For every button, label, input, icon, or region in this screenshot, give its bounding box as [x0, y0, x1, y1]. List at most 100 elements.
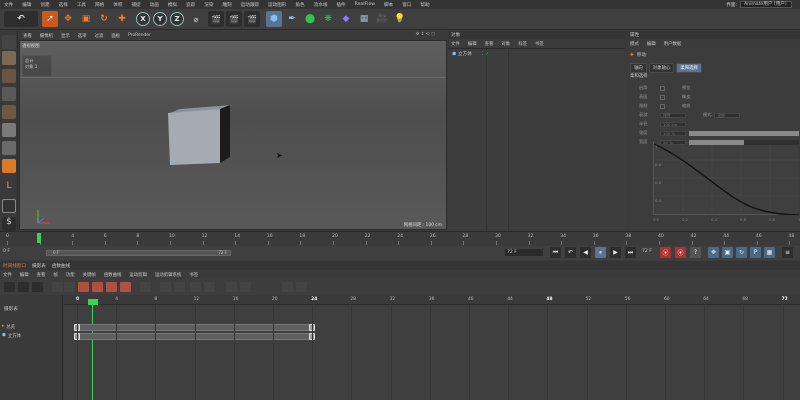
ds-bookmark-button[interactable] [226, 282, 237, 292]
menu-item[interactable]: 运动跟踪 [241, 2, 259, 8]
end-frame-field[interactable]: 72 F [505, 249, 543, 256]
render-settings-button[interactable]: 🎬 [244, 11, 260, 27]
subdivision-button[interactable]: ⬤ [302, 11, 318, 27]
ds-range-button[interactable] [190, 282, 201, 292]
current-frame-field[interactable]: 0 F [3, 249, 10, 254]
falloff-graph[interactable] [653, 142, 799, 215]
3d-viewport[interactable]: 透视视图 总计 对象 1 ➤ 网格间距 : 100 cm [19, 40, 447, 230]
pen-tool-button[interactable]: ✒ [284, 11, 300, 27]
axis-x-button[interactable]: X [136, 12, 150, 26]
key-position-button[interactable]: ✥ [708, 247, 719, 258]
menu-item[interactable]: 帮助 [420, 2, 429, 8]
timeline-ruler[interactable]: 0246810121416182022242628303234363840424… [0, 231, 800, 245]
ds-snap-button[interactable] [140, 282, 151, 292]
undo-button[interactable]: ↶ [4, 11, 38, 27]
attributes-tab[interactable]: 柔和选择 [676, 63, 702, 73]
key-scale-button[interactable]: ▣ [722, 247, 733, 258]
viewport-nav-icons[interactable]: ✥ ↕ ⟲ ▢ [416, 32, 435, 37]
ds-marker-button[interactable] [204, 282, 215, 292]
ds-curve-mode-button[interactable] [18, 282, 29, 292]
layout-value[interactable]: Animate用户 (用户) [740, 1, 792, 8]
timeline-window-tab[interactable]: 时间线窗口 [3, 263, 26, 269]
viewport-menu-item[interactable]: 选项 [78, 33, 87, 39]
dopesheet-grid[interactable]: 0 4 8 12 16 20 24 28 32 36 40 44 48 52 56 60 64 68 72 [64, 295, 800, 400]
attributes-menu-item[interactable]: 编辑 [647, 41, 656, 47]
menu-item[interactable]: 追踪 [186, 2, 195, 8]
autokey-button[interactable]: ⦿ [675, 247, 686, 258]
dopesheet-menu-item[interactable]: 关键帧 [83, 272, 96, 278]
polygon-mode-button[interactable] [2, 141, 16, 155]
dopesheet-playhead[interactable] [88, 299, 98, 305]
texture-mode-button[interactable] [2, 69, 16, 83]
menu-item[interactable]: 渲染 [204, 2, 213, 8]
point-mode-button[interactable] [2, 105, 16, 119]
make-editable-button[interactable] [2, 35, 16, 49]
viewport-menu-item[interactable]: 查看 [23, 33, 32, 39]
menu-item[interactable]: 创建 [40, 2, 49, 8]
attribute-slider[interactable] [689, 139, 799, 145]
attributes-menu-item[interactable]: 用户数据 [664, 41, 682, 47]
axis-mode-button[interactable]: L [2, 181, 16, 195]
menu-item[interactable]: 动画 [150, 2, 159, 8]
scale-tool-button[interactable]: ▣ [78, 11, 94, 27]
object-menu-item[interactable]: 查看 [485, 41, 494, 47]
cube-object-button[interactable]: ⬢ [266, 11, 282, 27]
ds-key-spline-button[interactable] [106, 282, 117, 292]
ds-motion-mode-button[interactable] [32, 282, 43, 292]
attribute-checkbox[interactable] [660, 94, 665, 100]
dopesheet-ruler[interactable]: 0 4 8 12 16 20 24 28 32 36 40 44 48 52 56 60 64 68 72 [64, 295, 800, 305]
attribute-checkbox[interactable] [660, 103, 665, 109]
cube-mesh[interactable] [160, 105, 235, 167]
dopesheet-menu-item[interactable]: 帧 [53, 272, 57, 278]
dopesheet-menu-item[interactable]: 运动剪辑 [129, 272, 147, 278]
key-rotation-button[interactable]: ↻ [736, 247, 747, 258]
attribute-value[interactable]: 线性 [660, 112, 686, 118]
next-frame-button[interactable]: ▶ [610, 247, 621, 258]
object-list[interactable]: ⬢ 立方体 ⁚ ✓ [448, 49, 626, 230]
ds-key-linear-button[interactable] [78, 282, 89, 292]
menu-item[interactable]: 选择 [59, 2, 68, 8]
ds-key-mode-button[interactable] [4, 282, 15, 292]
object-menu-item[interactable]: 文件 [451, 41, 460, 47]
workplane-button[interactable] [2, 87, 16, 101]
track-cube[interactable]: ⬢ 立方体 [2, 332, 62, 339]
ds-key-step-button[interactable] [92, 282, 103, 292]
object-row-cube[interactable]: ⬢ 立方体 ⁚ ✓ [452, 51, 489, 58]
layout-selector[interactable]: 界面: Animate用户 (用户) [726, 0, 800, 9]
dopesheet-menu-item[interactable]: 编辑 [20, 272, 29, 278]
menu-item[interactable]: 网格 [95, 2, 104, 8]
menu-item[interactable]: 雕刻 [222, 2, 231, 8]
object-menu-item[interactable]: 对象 [501, 41, 510, 47]
attributes-tab[interactable]: 轴向 [630, 63, 647, 73]
coordinate-system-button[interactable]: ⌀ [188, 11, 204, 27]
prev-key-button[interactable]: ↶ [565, 247, 576, 258]
go-to-start-button[interactable]: ⏮ [550, 247, 561, 258]
cloner-button[interactable]: ❋ [320, 11, 336, 27]
play-button[interactable]: ⏸ [595, 247, 606, 258]
axis-z-button[interactable]: Z [170, 12, 184, 26]
menu-item[interactable]: 模拟 [168, 2, 177, 8]
live-selection-button[interactable]: ➚ [42, 11, 58, 27]
floor-button[interactable]: ▦ [356, 11, 372, 27]
light-button[interactable]: 💡 [392, 11, 408, 27]
render-to-picture-viewer-button[interactable]: 🎬 [226, 11, 242, 27]
ds-solo-button[interactable] [296, 282, 307, 292]
edge-mode-button[interactable] [2, 123, 16, 137]
preview-range-slider[interactable]: 0 F 72 F [46, 250, 231, 256]
axis-y-button[interactable]: Y [153, 12, 167, 26]
menu-item[interactable]: 运动图形 [268, 2, 286, 8]
render-view-button[interactable]: 🎬 [208, 11, 224, 27]
prev-frame-button[interactable]: ◀ [580, 247, 591, 258]
attributes-tab[interactable]: 对象轴心 [648, 63, 675, 73]
object-mode-button[interactable] [2, 159, 16, 173]
viewport-menu-item[interactable]: 摄像机 [40, 33, 53, 39]
menu-item[interactable]: 流水线 [314, 2, 328, 8]
ds-filter-button[interactable] [52, 282, 63, 292]
object-menu-item[interactable]: 标签 [518, 41, 527, 47]
viewport-menu-item[interactable]: 面板 [111, 33, 120, 39]
ds-key-ease-button[interactable] [120, 282, 131, 292]
timeline-window-tab[interactable]: 函数曲线 [52, 263, 70, 269]
menu-item[interactable]: 捕捉 [131, 2, 140, 8]
menu-item[interactable]: 脚本 [384, 2, 393, 8]
ds-frame-all-button[interactable] [174, 282, 185, 292]
